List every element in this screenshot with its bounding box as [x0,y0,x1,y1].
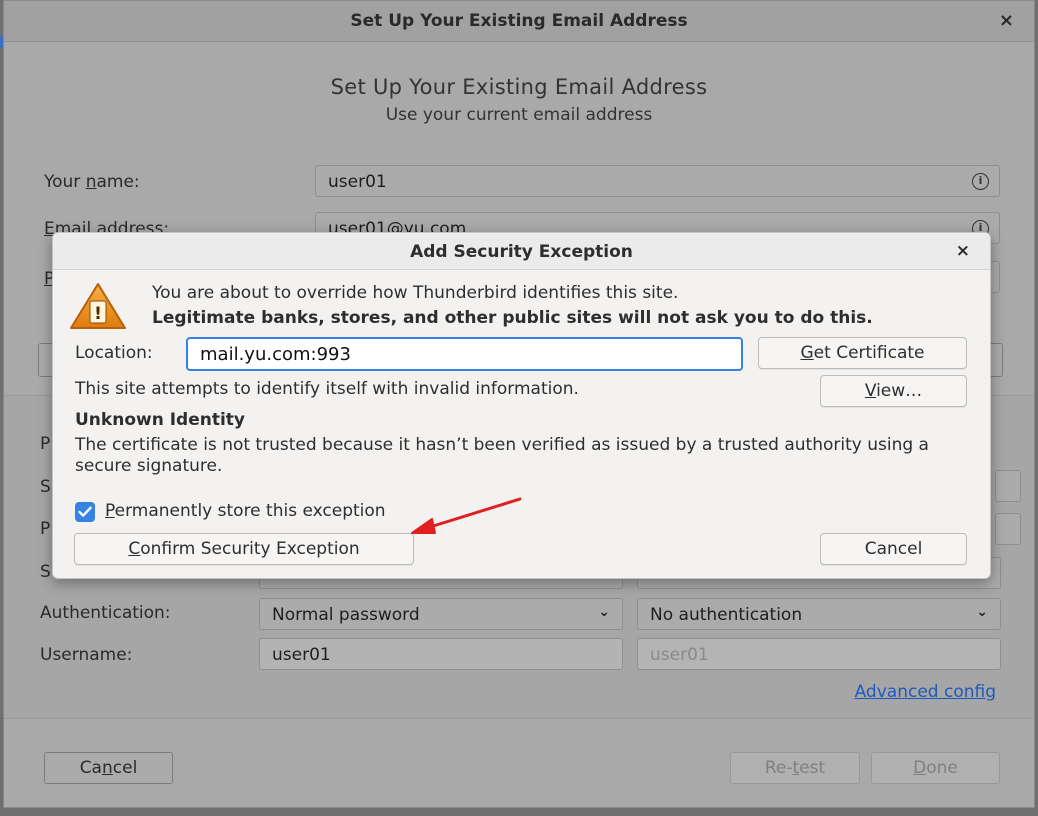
server-row-letter: S [40,562,51,582]
incoming-auth-select[interactable]: Normal password ⌄ [259,598,623,630]
dialog-cancel-button[interactable]: Cancel [820,533,967,565]
location-label: Location: [75,343,153,363]
get-certificate-button[interactable]: Get Certificate [758,337,967,369]
cancel-button[interactable]: Cancel [44,752,173,784]
chevron-down-icon: ⌄ [598,604,610,620]
name-field[interactable]: user01 i [315,165,1000,197]
outgoing-auth-select[interactable]: No authentication ⌄ [637,598,1001,630]
add-security-exception-dialog: Add Security Exception × ! You are about… [52,232,991,579]
svg-text:!: ! [94,304,102,324]
confirm-security-exception-button[interactable]: Confirm Security Exception [74,533,414,565]
check-icon [78,506,92,517]
unknown-identity-title: Unknown Identity [75,410,246,430]
server-field[interactable] [995,513,1021,545]
dialog-close-icon[interactable]: × [956,241,970,261]
window-title: Set Up Your Existing Email Address [350,11,688,31]
warning-icon: ! [70,283,126,329]
view-button[interactable]: View… [820,375,967,407]
unknown-identity-description: The certificate is not trusted because i… [75,435,929,476]
legitimacy-warning: Legitimate banks, stores, and other publ… [152,308,873,328]
name-label: Your name: [44,172,140,192]
server-row-letter: P [40,519,51,539]
page-heading: Set Up Your Existing Email Address [330,75,708,99]
permanent-store-checkbox[interactable] [75,502,95,522]
outgoing-username-field[interactable]: user01 [637,638,1001,670]
server-field[interactable] [995,470,1021,502]
name-value: user01 [328,172,387,192]
page-subheading: Use your current email address [385,105,653,125]
dialog-title: Add Security Exception [410,242,633,262]
advanced-config-link[interactable]: Advanced config [855,682,996,702]
site-status-message: This site attempts to identify itself wi… [75,379,579,399]
retest-button[interactable]: Re-test [730,752,860,784]
done-button[interactable]: Done [871,752,1000,784]
server-row-letter: S [40,477,51,497]
window-titlebar: Set Up Your Existing Email Address × [4,1,1034,42]
info-icon[interactable]: i [972,173,989,190]
authentication-label: Authentication: [40,603,171,623]
window-close-icon[interactable]: × [999,10,1014,31]
server-row-letter: P [40,434,51,454]
chevron-down-icon: ⌄ [976,604,988,620]
username-label: Username: [40,645,133,665]
permanent-store-label[interactable]: Permanently store this exception [105,501,386,521]
incoming-username-field[interactable]: user01 [259,638,623,670]
override-message: You are about to override how Thunderbir… [152,283,679,303]
location-input[interactable] [186,337,743,371]
dialog-titlebar: Add Security Exception × [53,233,990,270]
